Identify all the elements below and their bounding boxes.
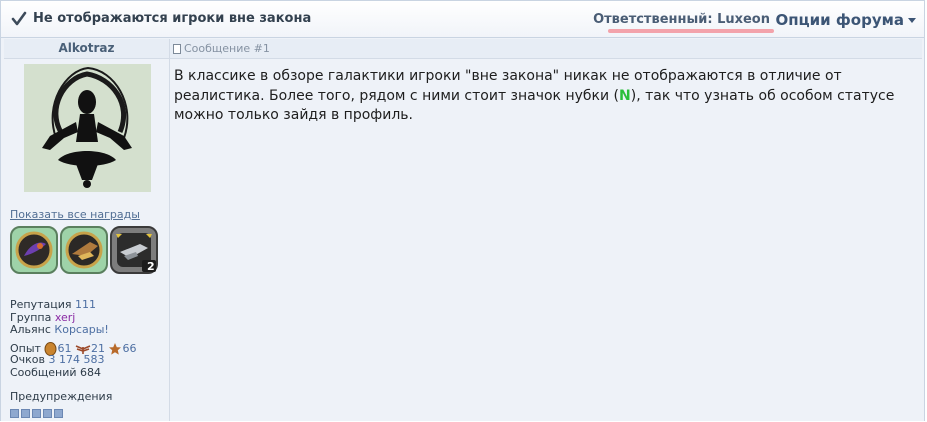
thread-header: Не отображаются игроки вне закона Ответс… [1, 1, 924, 38]
points-label: Очков [10, 353, 46, 366]
author-points: Очков 3 174 583 Сообщений 684 [10, 353, 105, 379]
alliance-label: Альянс [10, 323, 51, 337]
messages-label: Сообщений [10, 365, 77, 379]
warnings-indicator [10, 403, 65, 422]
award-count-badge: 2 [147, 260, 155, 273]
messages-value: 684 [80, 365, 102, 379]
chevron-down-icon [908, 18, 916, 23]
reputation-label: Репутация [10, 298, 72, 311]
warning-box [43, 409, 52, 418]
avatar[interactable] [24, 64, 151, 192]
responsible-moderator[interactable]: Ответственный: Luxeon [593, 12, 770, 27]
show-all-awards-link[interactable]: Показать все награды [10, 208, 140, 221]
group-value: xerj [54, 310, 76, 324]
warning-box [10, 409, 19, 418]
alliance-link[interactable]: Корсары! [54, 323, 108, 336]
forum-options-label: Опции форума [775, 11, 904, 29]
post-panel: Сообщение #1 В классике в обзоре галакти… [170, 39, 922, 421]
author-name-bar: Alkotraz [4, 39, 169, 59]
author-panel: Alkotraz Показать все награды 2 Репутаци… [4, 39, 170, 421]
experience-value-3: 66 [122, 342, 137, 355]
checkmark-icon [11, 11, 27, 26]
forum-options-menu[interactable]: Опции форума [775, 11, 916, 29]
warning-box [21, 409, 30, 418]
award-medal-icon[interactable] [10, 226, 58, 274]
reputation-value[interactable]: 111 [75, 298, 96, 311]
warning-box [32, 409, 41, 418]
author-username[interactable]: Alkotraz [4, 41, 169, 55]
award-ship-icon[interactable] [60, 226, 108, 274]
post-body: В классике в обзоре галактики игроки "вн… [174, 67, 914, 126]
points-value[interactable]: 3 174 583 [49, 353, 105, 366]
warning-box [54, 409, 63, 418]
star-icon [109, 342, 122, 355]
highlight-underline [608, 29, 774, 33]
group-label: Группа [10, 310, 52, 324]
post-number[interactable]: Сообщение #1 [184, 42, 270, 55]
post-document-icon [173, 44, 181, 54]
post-header-bar: Сообщение #1 [170, 39, 922, 59]
author-stats: Репутация 111 Группа xerj Альянс Корсары… [10, 298, 109, 337]
newbie-badge: N [619, 87, 631, 104]
warnings-label: Предупреждения [10, 390, 113, 403]
thread-title: Не отображаются игроки вне закона [33, 11, 312, 26]
